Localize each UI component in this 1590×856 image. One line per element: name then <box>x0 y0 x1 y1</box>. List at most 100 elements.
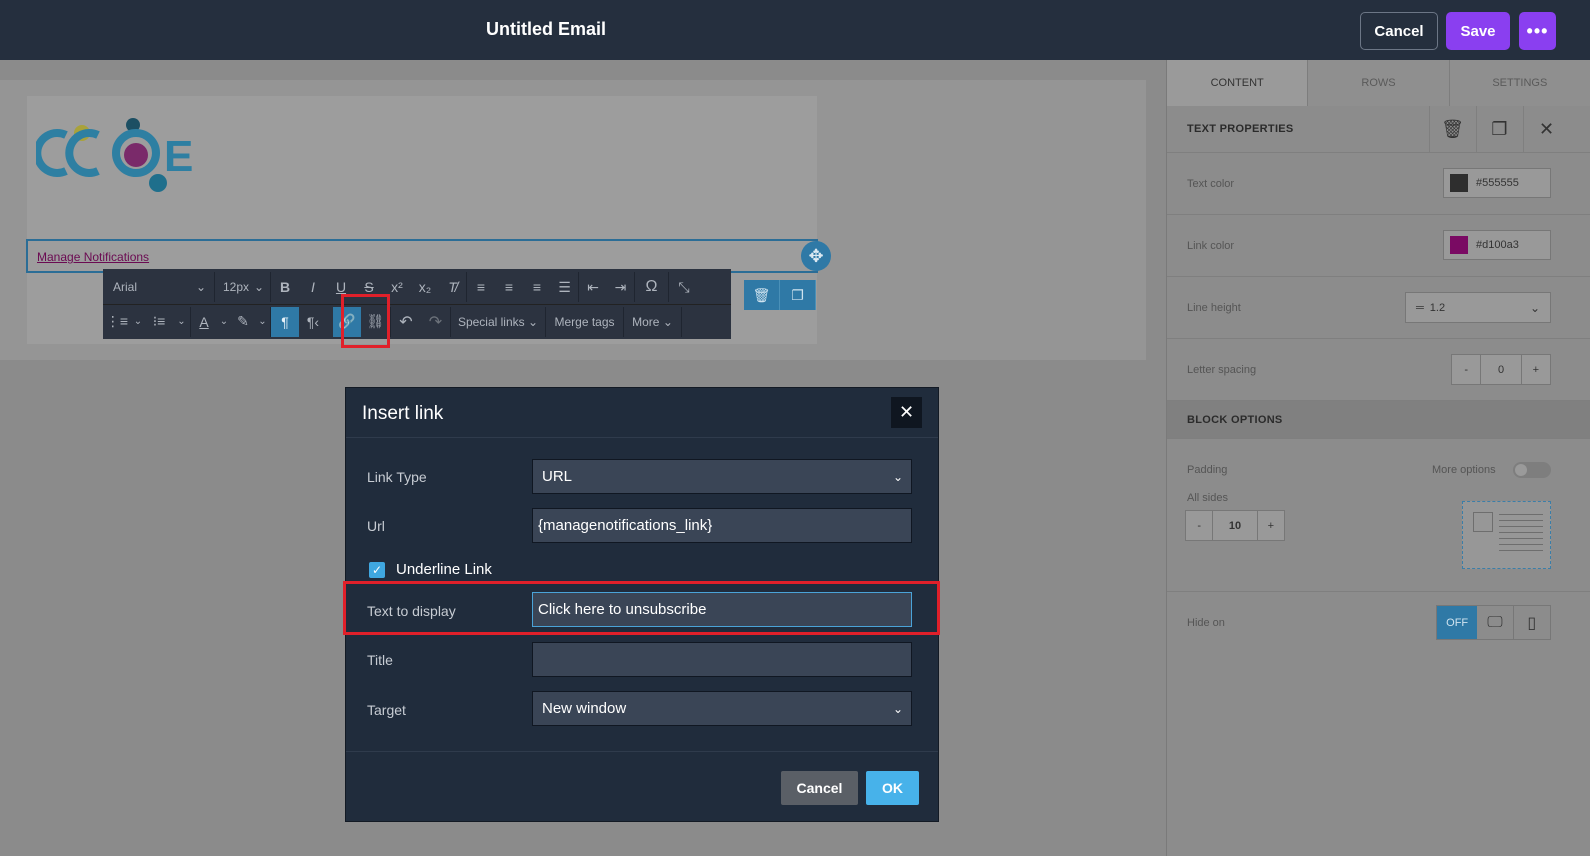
tab-content[interactable]: CONTENT <box>1167 60 1309 106</box>
bold-icon[interactable]: B <box>271 272 299 302</box>
letter-spacing-value[interactable]: 0 <box>1481 355 1520 384</box>
superscript-icon[interactable]: x² <box>383 272 411 302</box>
padding-minus[interactable]: - <box>1186 511 1214 540</box>
duplicate-block-icon[interactable]: ❐ <box>780 280 816 310</box>
letter-spacing-stepper[interactable]: - 0 + <box>1451 354 1551 385</box>
text-display-label: Text to display <box>367 603 456 619</box>
text-properties-header: TEXT PROPERTIES 🗑 ❐ ✕ <box>1167 106 1590 153</box>
url-input[interactable]: {managenotifications_link} <box>532 508 912 543</box>
unlink-icon[interactable]: ⛓ <box>361 306 391 337</box>
padding-plus[interactable]: + <box>1256 511 1284 540</box>
chevron-down-icon[interactable]: ⌄ <box>173 306 191 337</box>
tab-settings[interactable]: SETTINGS <box>1449 60 1590 106</box>
manage-notifications-link[interactable]: Manage Notifications <box>37 250 149 264</box>
underline-checkbox[interactable]: ✓ <box>369 562 385 578</box>
svg-text:E: E <box>164 132 193 181</box>
text-color-icon[interactable]: A <box>191 307 217 337</box>
hide-on-label: Hide on <box>1187 617 1225 629</box>
merge-tags-label: Merge tags <box>554 314 615 329</box>
hide-on-toggle: OFF 🖵 ▯ <box>1436 605 1551 640</box>
top-cancel-button[interactable]: Cancel <box>1360 12 1438 50</box>
rtl-direction-icon[interactable]: ¶‹ <box>299 307 327 337</box>
title-input[interactable] <box>532 642 912 677</box>
trash-icon[interactable]: 🗑 <box>1429 106 1475 152</box>
ordered-list-icon[interactable]: ⋮≡ <box>103 307 131 337</box>
link-color-label: Link color <box>1187 239 1235 252</box>
padding-stepper[interactable]: - 10 + <box>1185 510 1285 541</box>
font-size-select[interactable]: 12px ⌄ <box>215 272 271 302</box>
underline-icon[interactable]: U <box>327 272 355 302</box>
align-left-icon[interactable]: ≡ <box>467 272 495 302</box>
clear-format-icon[interactable]: T̸ <box>439 272 467 302</box>
chevron-down-icon[interactable]: ⌄ <box>255 306 271 337</box>
align-right-icon[interactable]: ≡ <box>523 272 551 302</box>
strikethrough-icon[interactable]: S <box>355 272 383 302</box>
chevron-down-icon: ⌄ <box>892 470 903 484</box>
dialog-cancel-button[interactable]: Cancel <box>781 771 858 805</box>
link-color-picker[interactable]: #d100a3 <box>1443 230 1551 260</box>
bullet-list-icon[interactable]: ⁝≡ <box>145 307 173 337</box>
line-height-select[interactable]: ═ 1.2 ⌄ <box>1405 292 1551 323</box>
block-actions: 🗑 ❐ <box>744 280 816 310</box>
align-center-icon[interactable]: ≡ <box>495 272 523 302</box>
hide-off-button[interactable]: OFF <box>1437 606 1478 639</box>
text-color-label: Text color <box>1187 177 1235 190</box>
italic-icon[interactable]: I <box>299 272 327 302</box>
collapse-icon[interactable]: ⤡ <box>669 272 699 302</box>
duplicate-icon[interactable]: ❐ <box>1476 106 1522 152</box>
text-display-input[interactable]: Click here to unsubscribe <box>532 592 912 627</box>
chevron-down-icon[interactable]: ⌄ <box>131 307 145 337</box>
insert-link-dialog: Insert link ✕ Link Type URL ⌄ Url {manag… <box>345 387 939 822</box>
chevron-down-icon: ⌄ <box>253 280 264 294</box>
panel-tabs: CONTENT ROWS SETTINGS <box>1167 60 1590 106</box>
chevron-down-icon: ⌄ <box>195 280 206 294</box>
more-menu[interactable]: More ⌄ <box>624 306 682 337</box>
font-family-value: Arial <box>113 280 138 294</box>
letter-spacing-minus[interactable]: - <box>1452 355 1482 384</box>
tab-rows[interactable]: ROWS <box>1308 60 1450 106</box>
ccoe-logo: E <box>36 118 193 192</box>
top-save-button[interactable]: Save <box>1446 12 1510 50</box>
more-options-toggle[interactable] <box>1513 462 1551 478</box>
link-type-select[interactable]: URL ⌄ <box>532 459 912 494</box>
link-icon[interactable]: 🔗 <box>333 306 361 337</box>
undo-icon[interactable]: ↶ <box>391 307 421 337</box>
delete-block-icon[interactable]: 🗑 <box>744 280 780 310</box>
target-label: Target <box>367 702 406 718</box>
text-color-picker[interactable]: #555555 <box>1443 168 1551 198</box>
block-options-title: BLOCK OPTIONS <box>1187 413 1283 426</box>
top-more-button[interactable]: ••• <box>1519 12 1556 50</box>
selected-text-block[interactable]: Manage Notifications <box>26 239 818 273</box>
close-icon[interactable]: ✕ <box>1523 106 1569 152</box>
subscript-icon[interactable]: x₂ <box>411 272 439 302</box>
redo-icon[interactable]: ↷ <box>421 306 451 337</box>
font-family-select[interactable]: Arial ⌄ <box>103 272 215 302</box>
block-options-header: BLOCK OPTIONS <box>1167 401 1590 439</box>
indent-icon[interactable]: ⇥ <box>607 272 635 302</box>
chevron-down-icon: ⌄ <box>892 702 903 716</box>
desktop-icon[interactable]: 🖵 <box>1477 606 1514 639</box>
line-height-icon: ═ <box>1416 301 1424 314</box>
padding-value[interactable]: 10 <box>1213 511 1256 540</box>
link-color-swatch <box>1450 236 1468 254</box>
image-icon <box>1473 512 1493 532</box>
target-select[interactable]: New window ⌄ <box>532 691 912 726</box>
target-value: New window <box>542 700 627 717</box>
dialog-footer: Cancel OK <box>346 751 938 821</box>
outdent-icon[interactable]: ⇤ <box>579 272 607 302</box>
text-lines-icon <box>1499 514 1543 554</box>
chevron-down-icon[interactable]: ⌄ <box>217 307 231 337</box>
highlight-icon[interactable]: ✎ <box>231 307 255 337</box>
mobile-icon[interactable]: ▯ <box>1514 606 1550 639</box>
special-char-icon[interactable]: Ω <box>635 272 669 302</box>
move-icon[interactable]: ✥ <box>801 241 831 271</box>
padding-label: Padding <box>1187 464 1228 476</box>
link-type-label: Link Type <box>367 469 427 485</box>
merge-tags-menu[interactable]: Merge tags <box>546 306 624 337</box>
dialog-ok-button[interactable]: OK <box>866 771 919 805</box>
close-icon[interactable]: ✕ <box>891 397 922 428</box>
ltr-direction-icon[interactable]: ¶ <box>271 306 299 337</box>
letter-spacing-plus[interactable]: + <box>1520 355 1550 384</box>
special-links-menu[interactable]: Special links ⌄ <box>451 306 546 337</box>
justify-icon[interactable]: ☰ <box>551 272 579 302</box>
